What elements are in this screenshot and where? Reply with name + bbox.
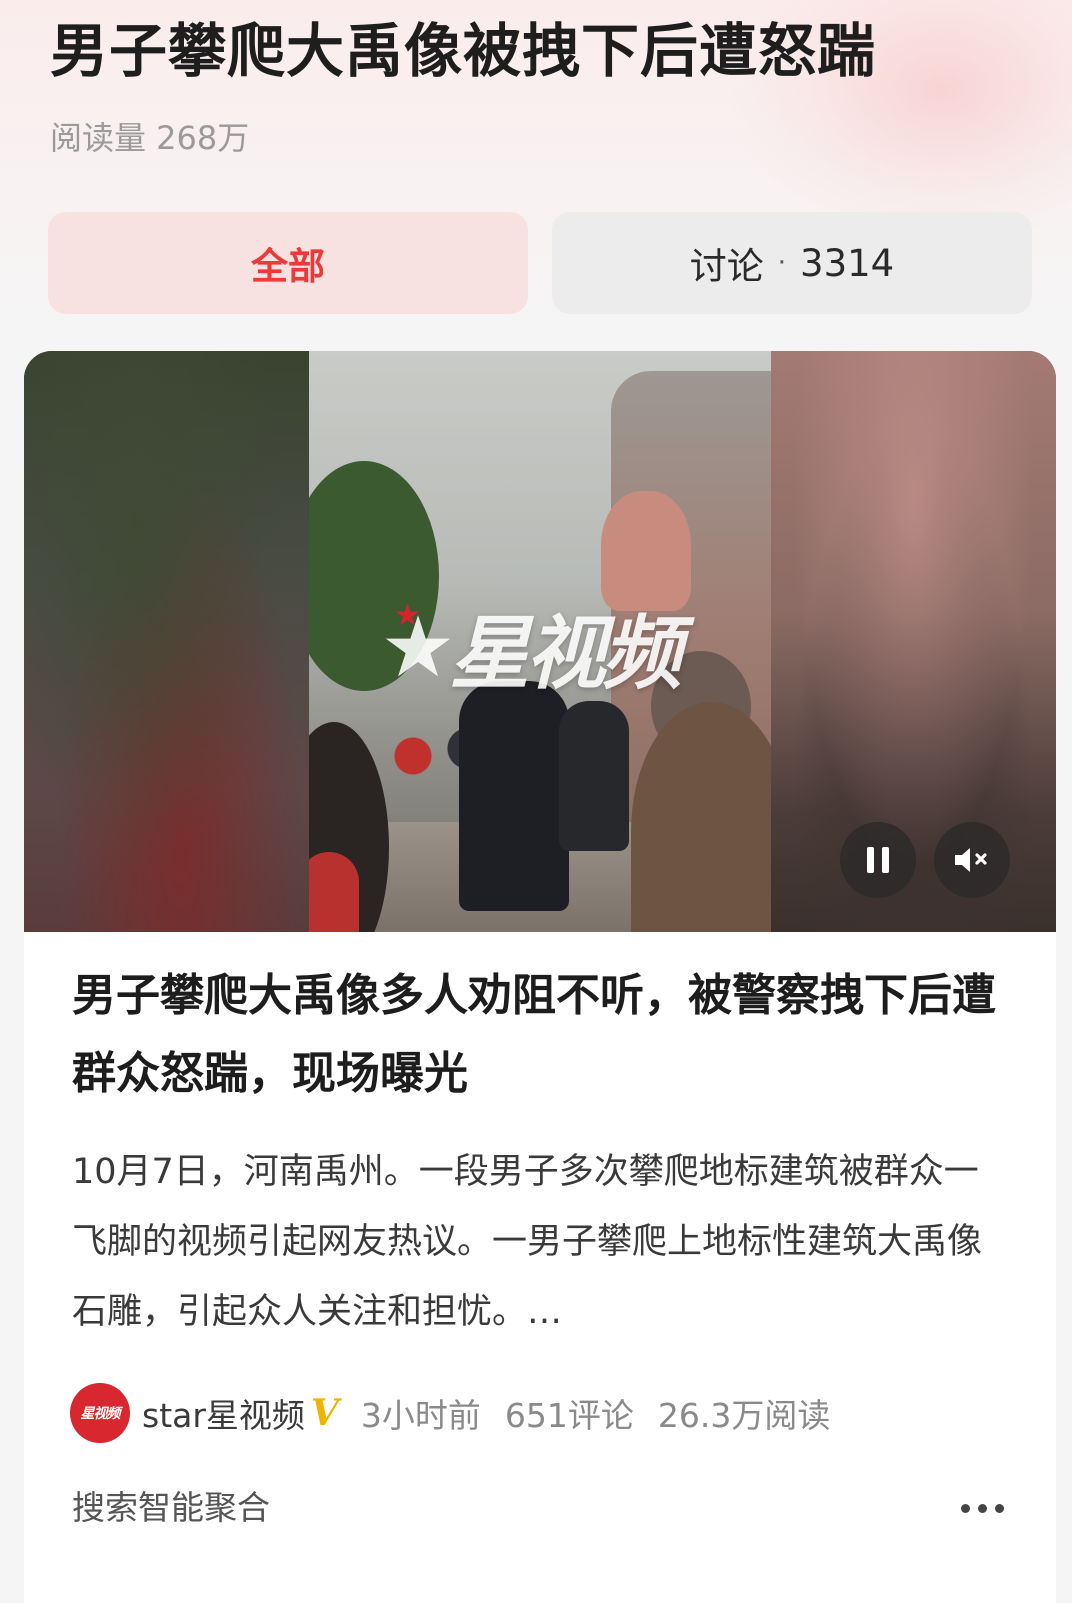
- volume-mute-icon: [955, 848, 987, 872]
- tab-discussion-count: 3314: [800, 241, 895, 285]
- person-shape: [459, 681, 569, 911]
- article-summary: 10月7日，河南禹州。一段男子多次攀爬地标建筑被群众一飞脚的视频引起网友热议。一…: [72, 1152, 983, 1332]
- avatar[interactable]: 星视频: [70, 1383, 130, 1443]
- article-meta: 星视频 star星视频 V 3小时前 651评论 26.3万阅读: [70, 1382, 854, 1444]
- tab-bar: 全部 讨论 · 3314: [48, 212, 1032, 314]
- pause-icon: [867, 847, 889, 873]
- foreground-left-red-shape: [309, 852, 359, 932]
- avatar-logo-text: 星视频: [80, 1406, 121, 1422]
- publish-time: 3小时前: [360, 1396, 481, 1435]
- tab-separator: ·: [777, 248, 787, 278]
- page: 男子攀爬大禹像被拽下后遭怒踹 阅读量 268万 全部 讨论 · 3314 ★ 星…: [0, 0, 1072, 1603]
- aggregate-label: 搜索智能聚合: [72, 1488, 270, 1527]
- video-player[interactable]: ★ 星视频 ★: [24, 351, 1056, 932]
- watermark-red-star-icon: ★: [394, 598, 421, 633]
- video-blur-left: [24, 351, 309, 932]
- tab-all[interactable]: 全部: [48, 212, 528, 314]
- source-name[interactable]: star星视频: [142, 1389, 305, 1437]
- tab-discussion[interactable]: 讨论 · 3314: [552, 212, 1032, 314]
- tab-discussion-label: 讨论: [689, 245, 764, 288]
- read-count-small: 26.3万阅读: [657, 1396, 831, 1435]
- person-shape-2: [559, 701, 629, 851]
- mute-button[interactable]: [934, 822, 1010, 898]
- page-title: 男子攀爬大禹像被拽下后遭怒踹: [50, 17, 877, 85]
- read-count: 阅读量 268万: [50, 119, 250, 157]
- comment-count: 651评论: [504, 1396, 634, 1435]
- video-watermark: ★ 星视频: [329, 587, 729, 707]
- pause-button[interactable]: [840, 822, 916, 898]
- article-title[interactable]: 男子攀爬大禹像多人劝阻不听，被警察拽下后遭群众怒踹，现场曝光: [72, 957, 1012, 1113]
- video-blur-right: [771, 351, 1056, 932]
- verified-badge-icon: V: [310, 1392, 339, 1434]
- more-dots-icon[interactable]: [952, 1485, 1012, 1531]
- watermark-text: 星视频: [449, 607, 682, 700]
- article-card[interactable]: ★ 星视频 ★ 男子攀爬大禹像多人劝阻不听，被警察拽下后遭群众怒踹，现场曝光 1…: [24, 351, 1056, 1603]
